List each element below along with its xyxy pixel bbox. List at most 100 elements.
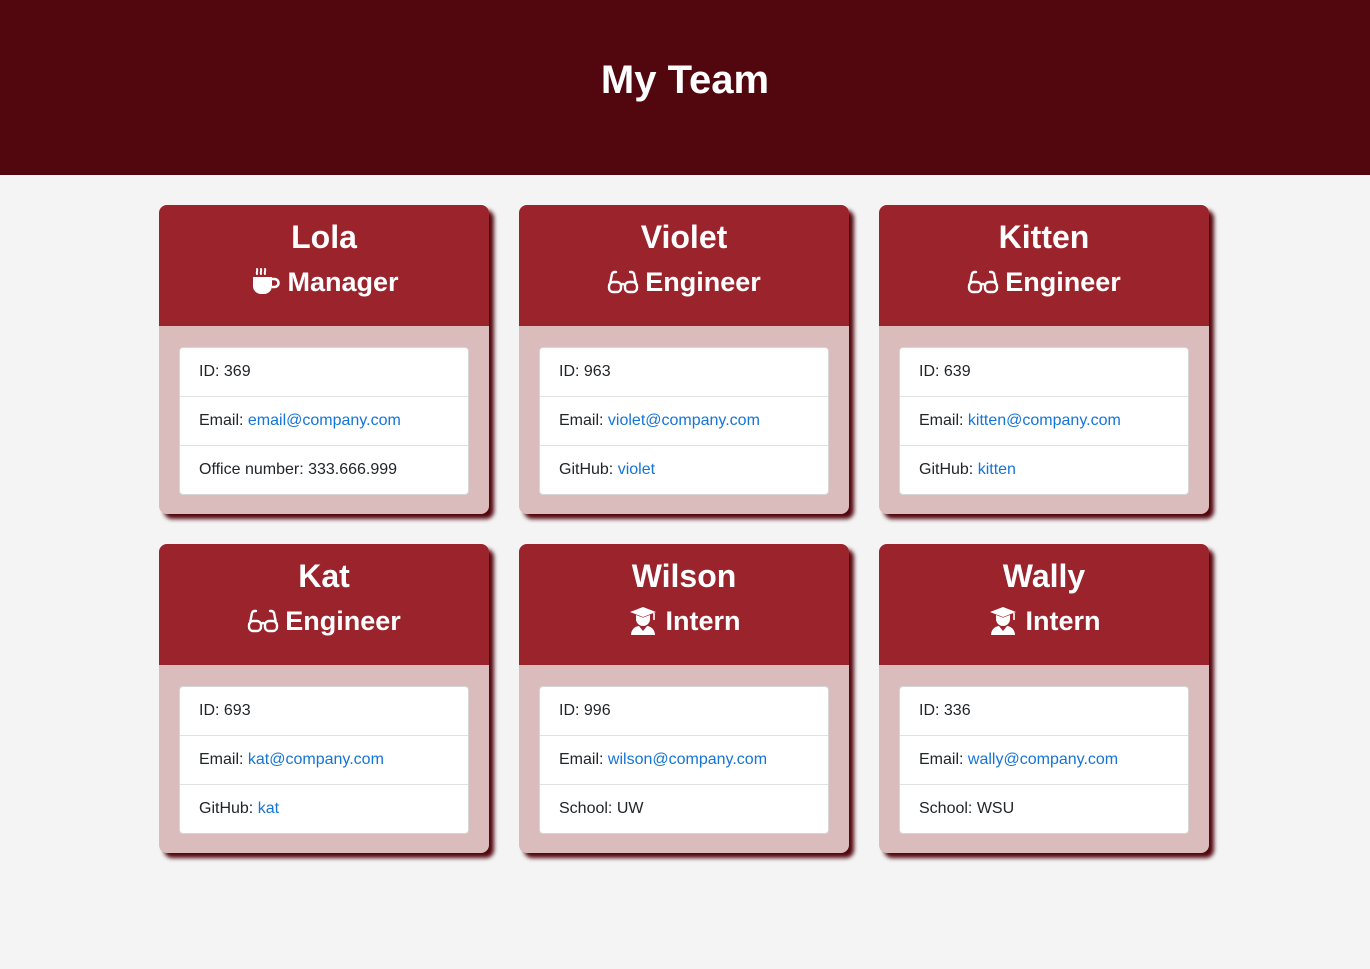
glasses-icon [247, 605, 279, 637]
graduate-icon [987, 605, 1019, 637]
role-label: Engineer [645, 267, 761, 297]
email-label: Email: [919, 412, 968, 429]
employee-role: Manager [159, 266, 489, 298]
school-value: UW [616, 800, 644, 817]
office-number-value: 333.666.999 [308, 461, 398, 478]
id-value: 639 [943, 363, 971, 380]
id-value: 336 [943, 702, 971, 719]
email-row: Email: violet@company.com [540, 397, 828, 446]
employee-name: Lola [291, 219, 357, 255]
role-label: Engineer [285, 606, 401, 636]
team-grid: Lola Manager ID: 369 Email: email@compan… [159, 205, 1209, 853]
role-label: Engineer [1005, 267, 1121, 297]
card-body: ID: 996 Email: wilson@company.com School… [519, 665, 849, 853]
employee-card: Kitten Engineer ID: 639 Email: kitten@co… [879, 205, 1209, 514]
employee-card: Wilson Intern ID: 996 Email: wilson@comp… [519, 544, 849, 853]
email-row: Email: email@company.com [180, 397, 468, 446]
email-link[interactable]: wally@company.com [968, 751, 1118, 768]
email-link[interactable]: wilson@company.com [608, 751, 767, 768]
info-list: ID: 336 Email: wally@company.com School:… [899, 686, 1189, 834]
email-link[interactable]: kat@company.com [248, 751, 384, 768]
id-row: ID: 336 [900, 687, 1188, 736]
email-link[interactable]: kitten@company.com [968, 412, 1121, 429]
info-list: ID: 996 Email: wilson@company.com School… [539, 686, 829, 834]
page-header: My Team [0, 0, 1370, 175]
school-value: WSU [976, 800, 1015, 817]
role-label: Manager [287, 267, 399, 297]
school-row: School: UW [540, 785, 828, 833]
id-row: ID: 996 [540, 687, 828, 736]
role-label: Intern [1025, 606, 1101, 636]
card-header: Kat Engineer [159, 544, 489, 665]
github-link[interactable]: kitten [978, 461, 1016, 478]
id-value: 996 [583, 702, 611, 719]
employee-role: Intern [879, 605, 1209, 637]
office-number-row: Office number: 333.666.999 [180, 446, 468, 494]
card-header: Violet Engineer [519, 205, 849, 326]
email-link[interactable]: violet@company.com [608, 412, 760, 429]
coffee-icon [249, 266, 281, 298]
card-header: Lola Manager [159, 205, 489, 326]
card-body: ID: 963 Email: violet@company.com GitHub… [519, 326, 849, 514]
info-list: ID: 639 Email: kitten@company.com GitHub… [899, 347, 1189, 495]
employee-card: Wally Intern ID: 336 Email: wally@compan… [879, 544, 1209, 853]
id-row: ID: 963 [540, 348, 828, 397]
role-label: Intern [665, 606, 741, 636]
id-label: ID: [559, 363, 584, 380]
graduate-icon [627, 605, 659, 637]
id-value: 693 [223, 702, 251, 719]
info-list: ID: 963 Email: violet@company.com GitHub… [539, 347, 829, 495]
id-label: ID: [199, 363, 224, 380]
employee-role: Intern [519, 605, 849, 637]
school-row: School: WSU [900, 785, 1188, 833]
email-link[interactable]: email@company.com [248, 412, 401, 429]
email-label: Email: [199, 412, 248, 429]
school-label: School: [559, 800, 617, 817]
employee-name: Kitten [998, 219, 1090, 255]
employee-name: Wilson [631, 558, 737, 594]
glasses-icon [967, 266, 999, 298]
id-value: 963 [583, 363, 611, 380]
card-body: ID: 693 Email: kat@company.com GitHub: k… [159, 665, 489, 853]
id-row: ID: 639 [900, 348, 1188, 397]
email-label: Email: [919, 751, 968, 768]
github-label: GitHub: [559, 461, 618, 478]
id-row: ID: 693 [180, 687, 468, 736]
email-row: Email: kat@company.com [180, 736, 468, 785]
employee-role: Engineer [159, 605, 489, 637]
employee-card: Violet Engineer ID: 963 Email: violet@co… [519, 205, 849, 514]
card-body: ID: 639 Email: kitten@company.com GitHub… [879, 326, 1209, 514]
page-title: My Team [600, 58, 770, 102]
office-number-label: Office number: [199, 461, 309, 478]
info-list: ID: 693 Email: kat@company.com GitHub: k… [179, 686, 469, 834]
school-label: School: [919, 800, 977, 817]
card-header: Wally Intern [879, 544, 1209, 665]
card-header: Wilson Intern [519, 544, 849, 665]
email-row: Email: wilson@company.com [540, 736, 828, 785]
github-row: GitHub: kitten [900, 446, 1188, 494]
employee-name: Violet [640, 219, 728, 255]
card-header: Kitten Engineer [879, 205, 1209, 326]
github-link[interactable]: violet [618, 461, 655, 478]
id-label: ID: [559, 702, 584, 719]
id-label: ID: [199, 702, 224, 719]
github-label: GitHub: [919, 461, 978, 478]
github-link[interactable]: kat [258, 800, 279, 817]
github-row: GitHub: violet [540, 446, 828, 494]
employee-name: Kat [298, 558, 350, 594]
info-list: ID: 369 Email: email@company.com Office … [179, 347, 469, 495]
id-label: ID: [919, 702, 944, 719]
card-body: ID: 369 Email: email@company.com Office … [159, 326, 489, 514]
github-label: GitHub: [199, 800, 258, 817]
email-label: Email: [199, 751, 248, 768]
id-row: ID: 369 [180, 348, 468, 397]
employee-role: Engineer [879, 266, 1209, 298]
id-value: 369 [223, 363, 251, 380]
email-label: Email: [559, 412, 608, 429]
id-label: ID: [919, 363, 944, 380]
card-body: ID: 336 Email: wally@company.com School:… [879, 665, 1209, 853]
github-row: GitHub: kat [180, 785, 468, 833]
employee-card: Kat Engineer ID: 693 Email: kat@company.… [159, 544, 489, 853]
email-row: Email: wally@company.com [900, 736, 1188, 785]
employee-role: Engineer [519, 266, 849, 298]
